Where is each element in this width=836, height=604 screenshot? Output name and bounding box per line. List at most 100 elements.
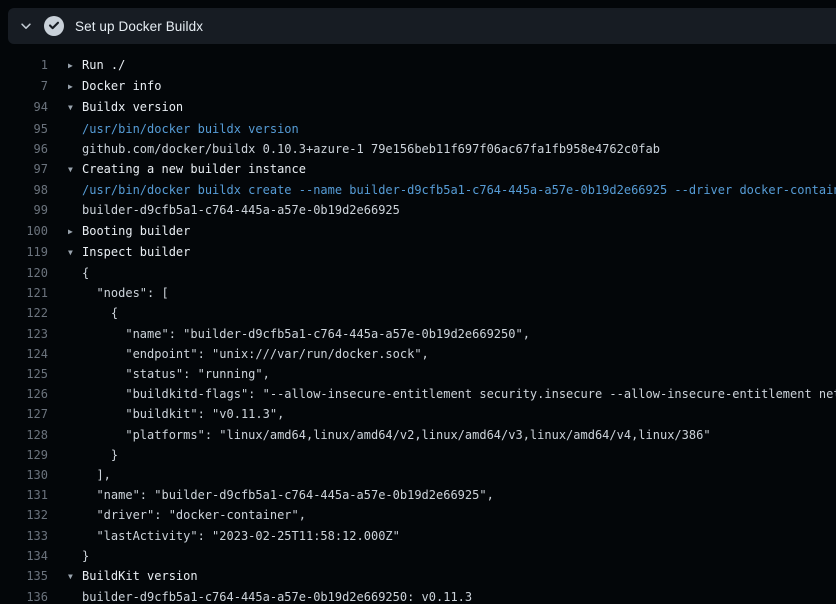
log-line: 130 ], xyxy=(0,465,836,485)
step-title: Set up Docker Buildx xyxy=(75,19,203,34)
triangle-down-icon: ▼ xyxy=(68,243,82,263)
output-text: "lastActivity": "2023-02-25T11:58:12.000… xyxy=(68,526,400,546)
triangle-down-icon: ▼ xyxy=(68,98,82,118)
output-text: "name": "builder-d9cfb5a1-c764-445a-a57e… xyxy=(68,485,494,505)
line-number[interactable]: 128 xyxy=(0,425,48,445)
line-number[interactable]: 135 xyxy=(0,566,48,587)
log-line: 127 "buildkit": "v0.11.3", xyxy=(0,404,836,424)
log-line: 99 builder-d9cfb5a1-c764-445a-a57e-0b19d2… xyxy=(0,200,836,220)
group-title: Inspect builder xyxy=(82,245,190,259)
triangle-right-icon: ▶ xyxy=(68,56,82,76)
group-title: BuildKit version xyxy=(82,569,198,583)
output-text: builder-d9cfb5a1-c764-445a-a57e-0b19d2e6… xyxy=(68,587,472,604)
triangle-down-icon: ▼ xyxy=(68,567,82,587)
log-line: 1 ▶Run ./ xyxy=(0,55,836,76)
line-number[interactable]: 7 xyxy=(0,76,48,97)
group-title: Docker info xyxy=(82,79,161,93)
output-text: } xyxy=(68,546,89,566)
command-text: /usr/bin/docker buildx version xyxy=(68,119,299,139)
log-line: 128 "platforms": "linux/amd64,linux/amd6… xyxy=(0,425,836,445)
output-text: github.com/docker/buildx 0.10.3+azure-1 … xyxy=(68,139,660,159)
check-circle-icon xyxy=(44,16,64,36)
line-number[interactable]: 94 xyxy=(0,97,48,118)
command-text: /usr/bin/docker buildx create --name bui… xyxy=(68,180,836,200)
output-text: "buildkitd-flags": "--allow-insecure-ent… xyxy=(68,384,836,404)
line-number[interactable]: 122 xyxy=(0,303,48,323)
line-number[interactable]: 97 xyxy=(0,159,48,180)
log-group-header[interactable]: ▶Booting builder xyxy=(68,221,190,242)
group-title: Creating a new builder instance xyxy=(82,162,306,176)
log-line: 133 "lastActivity": "2023-02-25T11:58:12… xyxy=(0,526,836,546)
line-number[interactable]: 121 xyxy=(0,283,48,303)
group-title: Buildx version xyxy=(82,100,183,114)
line-number[interactable]: 120 xyxy=(0,263,48,283)
log-group-header[interactable]: ▶Docker info xyxy=(68,76,161,97)
line-number[interactable]: 123 xyxy=(0,324,48,344)
log-line: 122 { xyxy=(0,303,836,323)
line-number[interactable]: 130 xyxy=(0,465,48,485)
log-line: 94 ▼Buildx version xyxy=(0,97,836,118)
log-line: 120 { xyxy=(0,263,836,283)
output-text: "endpoint": "unix:///var/run/docker.sock… xyxy=(68,344,429,364)
log-line: 124 "endpoint": "unix:///var/run/docker.… xyxy=(0,344,836,364)
line-number[interactable]: 133 xyxy=(0,526,48,546)
log-line: 119 ▼Inspect builder xyxy=(0,242,836,263)
log-line: 123 "name": "builder-d9cfb5a1-c764-445a-… xyxy=(0,324,836,344)
line-number[interactable]: 129 xyxy=(0,445,48,465)
log-line: 96 github.com/docker/buildx 0.10.3+azure-… xyxy=(0,139,836,159)
triangle-right-icon: ▶ xyxy=(68,222,82,242)
log-line: 131 "name": "builder-d9cfb5a1-c764-445a-… xyxy=(0,485,836,505)
output-text: "driver": "docker-container", xyxy=(68,505,306,525)
log-line: 98/usr/bin/docker buildx create --name b… xyxy=(0,180,836,200)
group-title: Run ./ xyxy=(82,58,125,72)
log-group-header[interactable]: ▼Creating a new builder instance xyxy=(68,159,306,180)
output-text: "buildkit": "v0.11.3", xyxy=(68,404,284,424)
line-number[interactable]: 96 xyxy=(0,139,48,159)
triangle-right-icon: ▶ xyxy=(68,77,82,97)
output-text: "name": "builder-d9cfb5a1-c764-445a-a57e… xyxy=(68,324,530,344)
line-number[interactable]: 100 xyxy=(0,221,48,242)
line-number[interactable]: 132 xyxy=(0,505,48,525)
line-number[interactable]: 127 xyxy=(0,404,48,424)
log-line: 136 builder-d9cfb5a1-c764-445a-a57e-0b19d… xyxy=(0,587,836,604)
log-group-header[interactable]: ▼BuildKit version xyxy=(68,566,198,587)
log-line: 129 } xyxy=(0,445,836,465)
log-line: 126 "buildkitd-flags": "--allow-insecure… xyxy=(0,384,836,404)
log-viewer: 1▶Run ./7▶Docker info94▼Buildx version95… xyxy=(0,44,836,604)
log-group-header[interactable]: ▼Inspect builder xyxy=(68,242,190,263)
line-number[interactable]: 131 xyxy=(0,485,48,505)
line-number[interactable]: 99 xyxy=(0,200,48,220)
group-title: Booting builder xyxy=(82,224,190,238)
triangle-down-icon: ▼ xyxy=(68,160,82,180)
line-number[interactable]: 125 xyxy=(0,364,48,384)
log-line: 134} xyxy=(0,546,836,566)
line-number[interactable]: 136 xyxy=(0,587,48,604)
log-line: 97 ▼Creating a new builder instance xyxy=(0,159,836,180)
log-line: 121 "nodes": [ xyxy=(0,283,836,303)
line-number[interactable]: 126 xyxy=(0,384,48,404)
line-number[interactable]: 98 xyxy=(0,180,48,200)
log-group-header[interactable]: ▼Buildx version xyxy=(68,97,183,118)
line-number[interactable]: 134 xyxy=(0,546,48,566)
output-text: "platforms": "linux/amd64,linux/amd64/v2… xyxy=(68,425,711,445)
line-number[interactable]: 124 xyxy=(0,344,48,364)
log-line: 100 ▶Booting builder xyxy=(0,221,836,242)
output-text: { xyxy=(68,303,118,323)
log-line: 7 ▶Docker info xyxy=(0,76,836,97)
output-text: ], xyxy=(68,465,111,485)
output-text: { xyxy=(68,263,89,283)
log-line: 132 "driver": "docker-container", xyxy=(0,505,836,525)
step-header[interactable]: Set up Docker Buildx xyxy=(8,8,836,44)
line-number[interactable]: 95 xyxy=(0,119,48,139)
output-text: } xyxy=(68,445,118,465)
output-text: "nodes": [ xyxy=(68,283,169,303)
line-number[interactable]: 1 xyxy=(0,55,48,76)
log-line: 135 ▼BuildKit version xyxy=(0,566,836,587)
log-line: 125 "status": "running", xyxy=(0,364,836,384)
log-line: 95/usr/bin/docker buildx version xyxy=(0,119,836,139)
chevron-down-icon[interactable] xyxy=(19,19,33,33)
output-text: "status": "running", xyxy=(68,364,270,384)
line-number[interactable]: 119 xyxy=(0,242,48,263)
log-group-header[interactable]: ▶Run ./ xyxy=(68,55,125,76)
output-text: builder-d9cfb5a1-c764-445a-a57e-0b19d2e6… xyxy=(68,200,400,220)
